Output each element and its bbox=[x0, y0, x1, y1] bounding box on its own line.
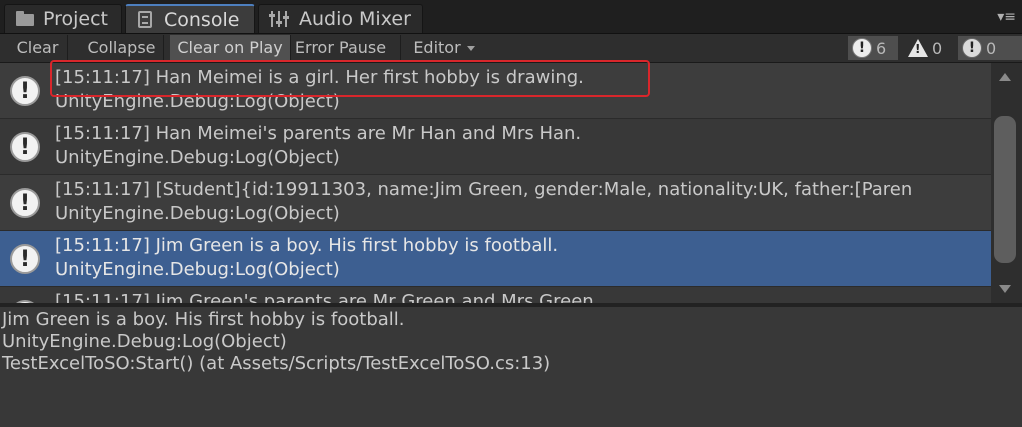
detail-callsite-link[interactable]: TestExcelToSO:Start() (at Assets/Scripts… bbox=[2, 353, 550, 375]
info-count: 6 bbox=[876, 38, 887, 58]
window-tab-bar: Project Console Audio Mixer ▾≡ bbox=[0, 0, 1022, 34]
log-entry[interactable]: ! [15:11:17] [Student]{id:19911303, name… bbox=[0, 175, 991, 231]
mixer-icon bbox=[269, 10, 291, 28]
chevron-down-icon bbox=[466, 46, 475, 51]
info-icon: ! bbox=[10, 244, 40, 274]
tab-console[interactable]: Console bbox=[125, 4, 255, 33]
log-entry[interactable]: ! [15:11:17] Jim Green's parents are Mr … bbox=[0, 287, 991, 303]
info-icon: ! bbox=[852, 38, 872, 58]
log-message: [15:11:17] Han Meimei's parents are Mr H… bbox=[55, 123, 582, 144]
log-message: [15:11:17] Jim Green's parents are Mr Gr… bbox=[55, 291, 600, 303]
error-icon: ! bbox=[962, 38, 982, 58]
scroll-up-icon[interactable] bbox=[999, 73, 1011, 81]
log-scrollbar[interactable] bbox=[991, 63, 1022, 303]
scroll-down-icon[interactable] bbox=[999, 285, 1011, 293]
clear-button[interactable]: Clear bbox=[8, 35, 68, 61]
log-message: [15:11:17] [Student]{id:19911303, name:J… bbox=[55, 179, 913, 200]
error-count: 0 bbox=[986, 38, 997, 58]
info-icon: ! bbox=[10, 132, 40, 162]
log-entry[interactable]: ! [15:11:17] Han Meimei's parents are Mr… bbox=[0, 119, 991, 175]
log-source: UnityEngine.Debug:Log(Object) bbox=[55, 203, 340, 224]
tab-project[interactable]: Project bbox=[4, 4, 122, 33]
warning-count: 0 bbox=[932, 38, 943, 58]
info-icon: ! bbox=[10, 76, 40, 106]
info-icon: ! bbox=[10, 188, 40, 218]
log-message: [15:11:17] Jim Green is a boy. His first… bbox=[55, 235, 559, 256]
tab-audio-mixer[interactable]: Audio Mixer bbox=[258, 4, 423, 33]
scroll-thumb[interactable] bbox=[994, 116, 1016, 263]
log-entry-selected[interactable]: ! [15:11:17] Jim Green is a boy. His fir… bbox=[0, 231, 991, 287]
detail-source: UnityEngine.Debug:Log(Object) bbox=[2, 331, 287, 352]
detail-message: Jim Green is a boy. His first hobby is f… bbox=[2, 309, 405, 330]
tab-label: Project bbox=[43, 8, 109, 30]
editor-dropdown-label: Editor bbox=[413, 38, 461, 57]
tab-label: Audio Mixer bbox=[299, 8, 411, 30]
log-source: UnityEngine.Debug:Log(Object) bbox=[55, 91, 340, 112]
editor-dropdown[interactable]: Editor bbox=[404, 35, 484, 61]
error-pause-toggle[interactable]: Error Pause bbox=[293, 35, 401, 61]
collapse-button[interactable]: Collapse bbox=[80, 35, 164, 61]
console-log-list[interactable]: ! [15:11:17] Han Meimei is a girl. Her f… bbox=[0, 63, 991, 303]
warning-count-toggle[interactable]: 0 bbox=[904, 36, 954, 60]
console-icon bbox=[136, 10, 156, 29]
log-message: [15:11:17] Han Meimei is a girl. Her fir… bbox=[55, 67, 584, 88]
info-count-toggle[interactable]: ! 6 bbox=[848, 36, 898, 60]
console-toolbar: Clear Collapse Clear on Play Error Pause… bbox=[0, 34, 1022, 63]
log-source: UnityEngine.Debug:Log(Object) bbox=[55, 259, 340, 280]
folder-icon bbox=[15, 10, 35, 28]
log-source: UnityEngine.Debug:Log(Object) bbox=[55, 147, 340, 168]
stack-trace-panel: Jim Green is a boy. His first hobby is f… bbox=[0, 307, 1022, 427]
clear-on-play-toggle[interactable]: Clear on Play bbox=[170, 35, 291, 61]
warning-icon bbox=[908, 39, 928, 57]
tab-menu-icon[interactable]: ▾≡ bbox=[994, 9, 1016, 25]
log-entry[interactable]: ! [15:11:17] Han Meimei is a girl. Her f… bbox=[0, 63, 991, 119]
error-count-toggle[interactable]: ! 0 bbox=[958, 36, 1022, 60]
tab-label: Console bbox=[164, 8, 240, 31]
